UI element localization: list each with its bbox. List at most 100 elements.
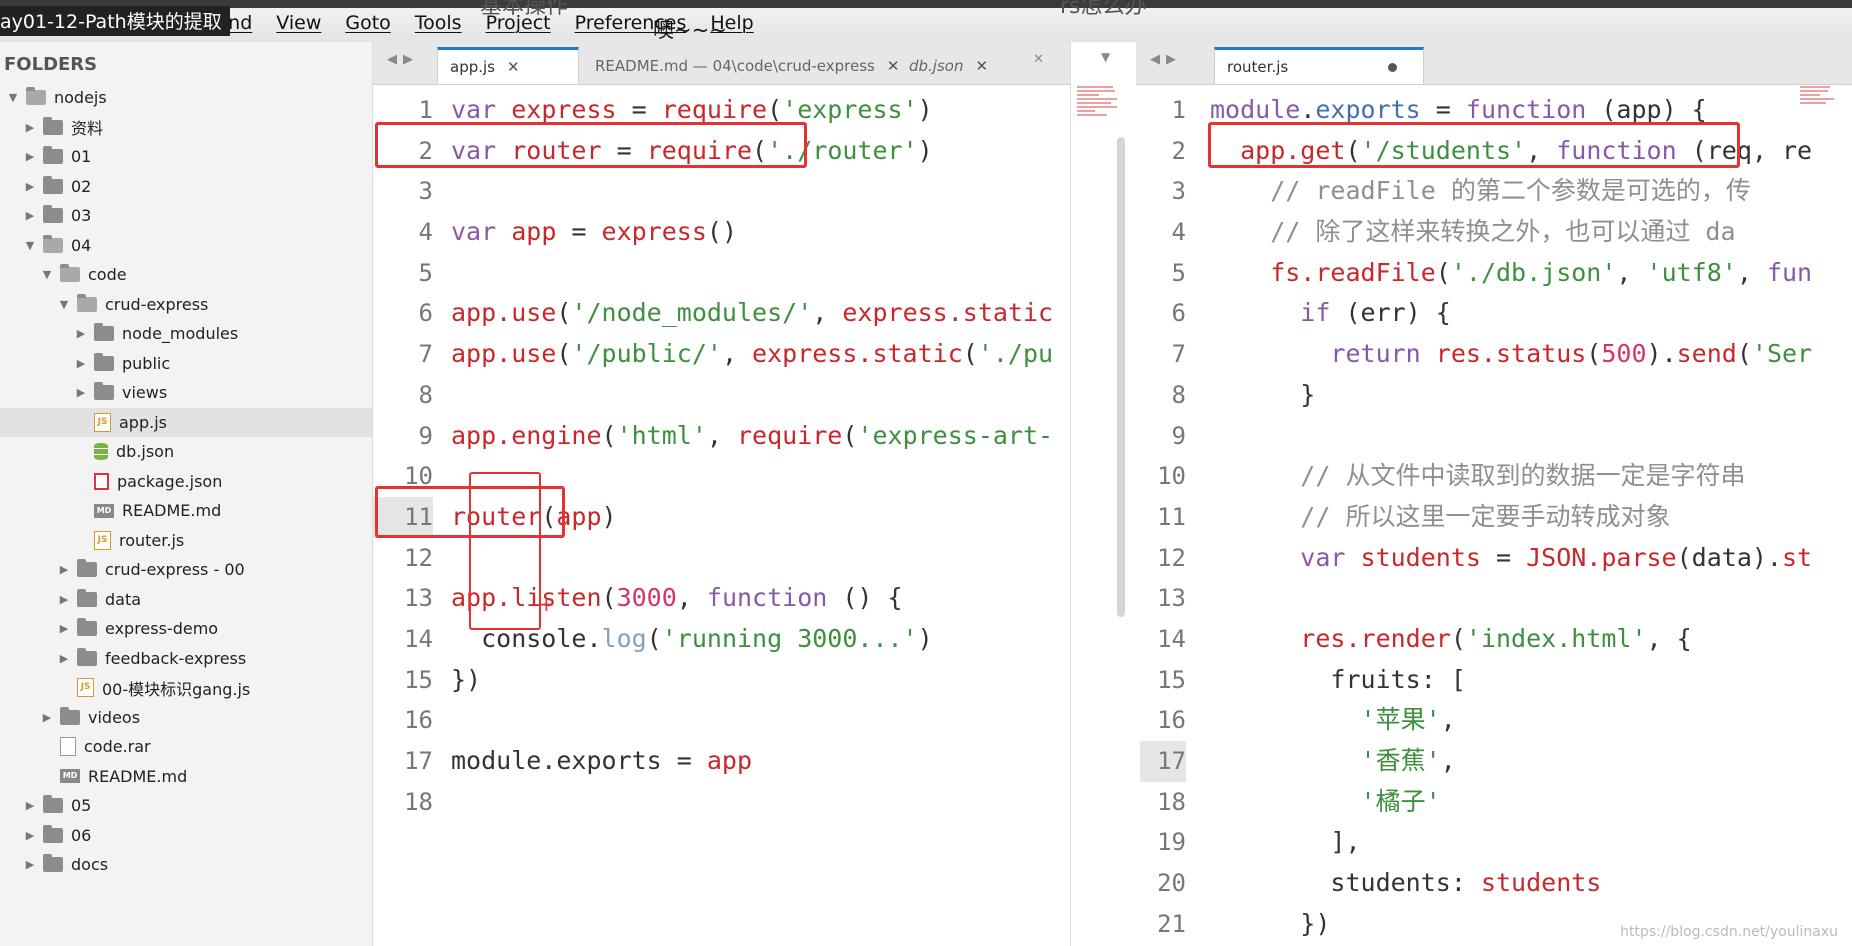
close-icon[interactable]: ✕ xyxy=(1033,52,1044,67)
scrollbar-left[interactable] xyxy=(1117,137,1125,617)
chevron-right-icon[interactable]: ▶ xyxy=(40,711,54,724)
tab-nav-arrows-icon[interactable]: ◀▶ xyxy=(387,52,419,67)
tree-item[interactable]: ▶package.json xyxy=(0,467,372,497)
chevron-right-icon[interactable]: ▶ xyxy=(57,622,71,635)
code-line[interactable]: 15}) xyxy=(373,660,1070,701)
code-line[interactable]: 3 xyxy=(373,171,1070,212)
tree-item[interactable]: ▶ 03 xyxy=(0,201,372,231)
chevron-down-icon[interactable]: ▼ xyxy=(1101,50,1110,64)
code-line[interactable]: 18 xyxy=(373,782,1070,823)
tree-item[interactable]: ▶ 02 xyxy=(0,172,372,202)
chevron-right-icon[interactable]: ▶ xyxy=(23,829,37,842)
tree-item[interactable]: ▶MDREADME.md xyxy=(0,496,372,526)
tree-item[interactable]: ▶ crud-express - 00 xyxy=(0,555,372,585)
tree-item[interactable]: ▼ nodejs xyxy=(0,83,372,113)
tab-close-icon[interactable]: ✕ xyxy=(507,58,520,76)
tree-item[interactable]: ▶ docs xyxy=(0,850,372,880)
tree-item[interactable]: ▶ public xyxy=(0,349,372,379)
tab-app-js[interactable]: app.js ✕ xyxy=(437,47,579,84)
code-line[interactable]: 8 xyxy=(373,375,1070,416)
tree-item[interactable]: ▶JS00-模块标识gang.js xyxy=(0,673,372,703)
tree-item[interactable]: ▶ views xyxy=(0,378,372,408)
pane-splitter[interactable]: ▼ xyxy=(1070,42,1137,946)
menu-item-tools[interactable]: Tools xyxy=(415,12,462,34)
tree-item[interactable]: ▼ code xyxy=(0,260,372,290)
code-line[interactable]: 8 } xyxy=(1136,375,1852,416)
code-line[interactable]: 7 app.use('/public/', express.static('./p… xyxy=(373,334,1070,375)
code-area-right[interactable]: 1 module.exports = function (app) {2 app.… xyxy=(1136,90,1852,944)
code-line[interactable]: 20 students: students xyxy=(1136,863,1852,904)
tree-item[interactable]: ▶db.json xyxy=(0,437,372,467)
code-line[interactable]: 7 return res.status(500).send('Ser xyxy=(1136,334,1852,375)
chevron-down-icon[interactable]: ▼ xyxy=(23,239,37,252)
chevron-right-icon[interactable]: ▶ xyxy=(23,799,37,812)
code-line[interactable]: 17 '香蕉', xyxy=(1136,741,1852,782)
tree-item[interactable]: ▶ feedback-express xyxy=(0,644,372,674)
code-line[interactable]: 5 fs.readFile('./db.json', 'utf8', fun xyxy=(1136,253,1852,294)
code-line[interactable]: 4 // 除了这样来转换之外，也可以通过 da xyxy=(1136,212,1852,253)
code-line[interactable]: 14 res.render('index.html', { xyxy=(1136,619,1852,660)
line-number: 3 xyxy=(418,177,433,206)
chevron-right-icon[interactable]: ▶ xyxy=(74,327,88,340)
tree-item[interactable]: ▶ data xyxy=(0,585,372,615)
code-area-left[interactable]: 1 var express = require('express') 2 var ro… xyxy=(373,90,1070,822)
code-token: 'running 3000...' xyxy=(661,623,918,653)
chevron-right-icon[interactable]: ▶ xyxy=(23,150,37,163)
code-line[interactable]: 11 // 所以这里一定要手动转成对象 xyxy=(1136,497,1852,538)
tree-item[interactable]: ▶ express-demo xyxy=(0,614,372,644)
code-token: 'html' xyxy=(616,420,707,450)
code-line[interactable]: 18 '橘子' xyxy=(1136,782,1852,823)
code-line[interactable]: 9 app.engine('html', require('express-art… xyxy=(373,416,1070,457)
code-line[interactable]: 6 if (err) { xyxy=(1136,293,1852,334)
menu-item-goto[interactable]: Goto xyxy=(345,12,390,34)
chevron-right-icon[interactable]: ▶ xyxy=(74,357,88,370)
tab-router-js[interactable]: router.js xyxy=(1214,47,1424,84)
chevron-down-icon[interactable]: ▼ xyxy=(40,268,54,281)
tab-nav-arrows-icon[interactable]: ◀▶ xyxy=(1150,52,1182,67)
chevron-right-icon[interactable]: ▶ xyxy=(74,386,88,399)
line-number: 9 xyxy=(1171,421,1186,450)
tree-item[interactable]: ▶ 06 xyxy=(0,821,372,851)
code-line[interactable]: 4 var app = express() xyxy=(373,212,1070,253)
code-line[interactable]: 3 // readFile 的第二个参数是可选的，传 xyxy=(1136,171,1852,212)
tree-item[interactable]: ▶ videos xyxy=(0,703,372,733)
code-line[interactable]: 19 ], xyxy=(1136,822,1852,863)
chevron-right-icon[interactable]: ▶ xyxy=(57,593,71,606)
tree-item[interactable]: ▶JSrouter.js xyxy=(0,526,372,556)
chevron-right-icon[interactable]: ▶ xyxy=(23,858,37,871)
chevron-right-icon[interactable]: ▶ xyxy=(23,209,37,222)
tab-close-icon[interactable]: ✕ xyxy=(975,57,988,75)
tree-item[interactable]: ▶ 01 xyxy=(0,142,372,172)
code-line[interactable]: 17 module.exports = app xyxy=(373,741,1070,782)
chevron-right-icon[interactable]: ▶ xyxy=(23,180,37,193)
code-line[interactable]: 12 var students = JSON.parse(data).st xyxy=(1136,538,1852,579)
code-line[interactable]: 13 xyxy=(1136,578,1852,619)
minimap-right[interactable] xyxy=(1796,84,1852,204)
code-line[interactable]: 5 xyxy=(373,253,1070,294)
code-line[interactable]: 16 '苹果', xyxy=(1136,700,1852,741)
tree-item[interactable]: ▶MDREADME.md xyxy=(0,762,372,792)
code-line[interactable]: 6 app.use('/node_modules/', express.stati… xyxy=(373,293,1070,334)
code-line[interactable]: 10 // 从文件中读取到的数据一定是字符串 xyxy=(1136,456,1852,497)
tree-item[interactable]: ▼ crud-express xyxy=(0,290,372,320)
chevron-right-icon[interactable]: ▶ xyxy=(57,652,71,665)
chevron-right-icon[interactable]: ▶ xyxy=(57,563,71,576)
menu-item-project[interactable]: Project xyxy=(486,12,551,34)
tab-readme[interactable]: README.md — 04\code\crud-express ✕ xyxy=(583,47,899,84)
menu-item-view[interactable]: View xyxy=(276,12,321,34)
tree-item[interactable]: ▶ node_modules xyxy=(0,319,372,349)
tree-item[interactable]: ▶code.rar xyxy=(0,732,372,762)
chevron-down-icon[interactable]: ▼ xyxy=(57,298,71,311)
chevron-right-icon[interactable]: ▶ xyxy=(23,121,37,134)
chevron-down-icon[interactable]: ▼ xyxy=(6,91,20,104)
code-token: ( xyxy=(646,623,662,653)
code-line[interactable]: 9 xyxy=(1136,416,1852,457)
tree-item[interactable]: ▶ 05 xyxy=(0,791,372,821)
tree-item[interactable]: ▶JSapp.js xyxy=(0,407,372,437)
minimap-left[interactable] xyxy=(1073,84,1117,184)
code-line[interactable]: 15 fruits: [ xyxy=(1136,660,1852,701)
tab-db-json[interactable]: db.json ✕ xyxy=(897,47,1017,84)
code-line[interactable]: 16 xyxy=(373,700,1070,741)
tree-item[interactable]: ▶ 资料 xyxy=(0,113,372,143)
tree-item[interactable]: ▼ 04 xyxy=(0,231,372,261)
